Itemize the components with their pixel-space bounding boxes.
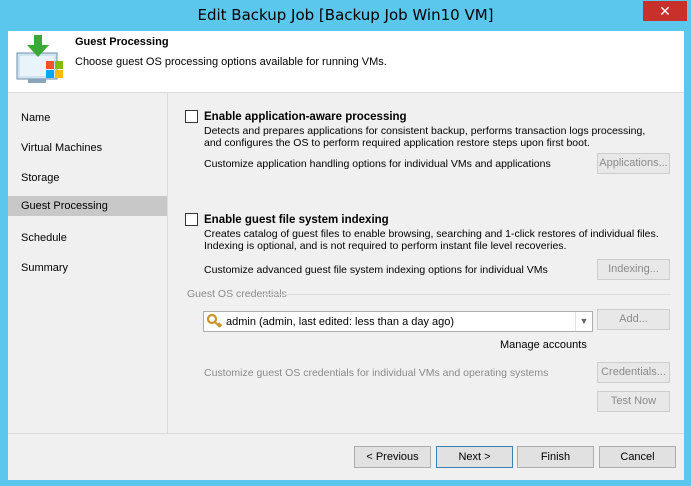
nav-item-name[interactable]: Name	[8, 108, 167, 128]
app-aware-label[interactable]: Enable application-aware processing	[204, 111, 407, 123]
indexing-row: Enable guest file system indexing	[185, 213, 389, 226]
indexing-customize-text: Customize advanced guest file system ind…	[204, 264, 548, 276]
add-credentials-button[interactable]: Add...	[597, 309, 670, 330]
credentials-group-divider	[259, 294, 671, 295]
credentials-select[interactable]: admin (admin, last edited: less than a d…	[203, 311, 593, 332]
dialog-window: Edit Backup Job [Backup Job Win10 VM] ✕ …	[0, 0, 691, 486]
credentials-customize-text: Customize guest OS credentials for indiv…	[204, 367, 549, 379]
guest-processing-icon	[16, 35, 63, 83]
nav-item-storage[interactable]: Storage	[8, 168, 167, 188]
chevron-down-icon[interactable]: ▼	[575, 312, 592, 331]
test-now-button[interactable]: Test Now	[597, 391, 670, 412]
header-title: Guest Processing	[75, 36, 169, 48]
cancel-button[interactable]: Cancel	[599, 446, 676, 468]
wizard-footer: < Previous Next > Finish Cancel	[8, 433, 684, 480]
previous-button[interactable]: < Previous	[354, 446, 431, 468]
wizard-nav: Name Virtual Machines Storage Guest Proc…	[8, 93, 168, 433]
applications-button[interactable]: Applications...	[597, 153, 670, 174]
manage-accounts-link[interactable]: Manage accounts	[500, 339, 587, 351]
wizard-content: Enable application-aware processing Dete…	[169, 93, 684, 433]
app-aware-checkbox[interactable]	[185, 110, 198, 123]
indexing-button[interactable]: Indexing...	[597, 259, 670, 280]
nav-item-summary[interactable]: Summary	[8, 258, 167, 278]
app-aware-customize-text: Customize application handling options f…	[204, 158, 551, 170]
app-aware-description-1: Detects and prepares applications for co…	[204, 125, 646, 137]
close-button[interactable]: ✕	[643, 1, 687, 21]
app-aware-description-2: and configures the OS to perform require…	[204, 137, 590, 149]
credentials-selected-value: admin (admin, last edited: less than a d…	[226, 315, 455, 328]
nav-item-virtual-machines[interactable]: Virtual Machines	[8, 138, 167, 158]
header-subtitle: Choose guest OS processing options avail…	[75, 56, 387, 68]
wizard-header: Guest Processing Choose guest OS process…	[8, 31, 684, 93]
window-title: Edit Backup Job [Backup Job Win10 VM]	[197, 6, 494, 24]
key-icon	[206, 313, 223, 328]
next-button[interactable]: Next >	[436, 446, 513, 468]
indexing-checkbox[interactable]	[185, 213, 198, 226]
finish-button[interactable]: Finish	[517, 446, 594, 468]
indexing-description-2: Indexing is optional, and is not require…	[204, 240, 567, 252]
title-bar: Edit Backup Job [Backup Job Win10 VM] ✕	[0, 0, 691, 31]
nav-item-guest-processing[interactable]: Guest Processing	[8, 196, 167, 216]
indexing-label[interactable]: Enable guest file system indexing	[204, 214, 389, 226]
app-aware-row: Enable application-aware processing	[185, 110, 407, 123]
indexing-description-1: Creates catalog of guest files to enable…	[204, 228, 659, 240]
credentials-button[interactable]: Credentials...	[597, 362, 670, 383]
nav-item-schedule[interactable]: Schedule	[8, 228, 167, 248]
dialog-client: Guest Processing Choose guest OS process…	[8, 31, 684, 480]
